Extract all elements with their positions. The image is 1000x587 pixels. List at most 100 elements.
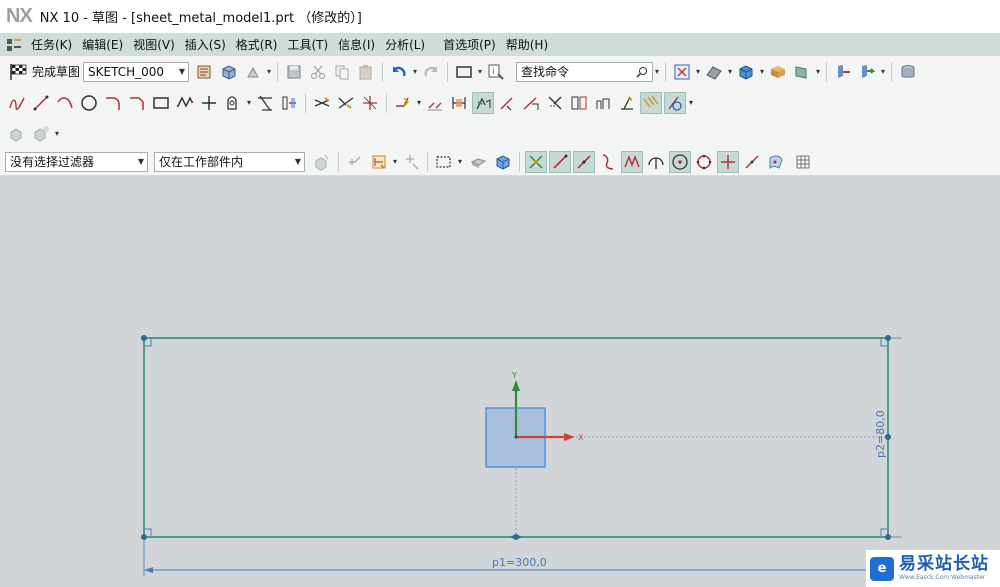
selection-rectangle-icon[interactable] — [453, 61, 475, 83]
search-icon[interactable] — [636, 66, 648, 78]
menu-format[interactable]: 格式(R) — [231, 36, 283, 53]
extrude-icon[interactable] — [6, 122, 28, 144]
chevron-down-icon[interactable]: ▾ — [726, 67, 734, 76]
curve-rule-icon[interactable] — [368, 151, 390, 173]
vertex-bottom-right[interactable] — [885, 534, 891, 540]
vertex-top-left[interactable] — [141, 335, 147, 341]
chevron-down-icon[interactable]: ▾ — [456, 157, 464, 166]
information-icon[interactable]: i — [485, 61, 507, 83]
wcs-icon[interactable] — [832, 61, 854, 83]
chevron-down-icon[interactable]: ▾ — [476, 67, 484, 76]
fillet-icon[interactable] — [102, 92, 124, 114]
filter-settings-icon[interactable] — [311, 151, 333, 173]
alternate-solution-icon[interactable] — [568, 92, 590, 114]
chevron-down-icon[interactable]: ▾ — [265, 67, 273, 76]
existing-point-icon[interactable] — [645, 151, 667, 173]
layer-settings-icon[interactable] — [897, 61, 919, 83]
shaded-view-icon[interactable] — [735, 61, 757, 83]
sketch-canvas[interactable]: X Y p1=300,0 p2=80,0 — [0, 176, 1000, 587]
menu-help[interactable]: 帮助(H) — [501, 36, 553, 53]
type-filter-select[interactable]: 没有选择过滤器 ▼ — [5, 151, 148, 172]
menu-analysis[interactable]: 分析(L) — [380, 36, 430, 53]
chamfer-icon[interactable] — [126, 92, 148, 114]
chevron-down-icon[interactable]: ▾ — [415, 98, 423, 107]
rectangle-icon[interactable] — [150, 92, 172, 114]
undo-icon[interactable] — [388, 61, 410, 83]
offset-curve-icon[interactable] — [222, 92, 244, 114]
grid-point-icon[interactable] — [792, 151, 814, 173]
chevron-down-icon[interactable]: ▾ — [53, 129, 61, 138]
select-rectangle-icon[interactable] — [433, 151, 455, 173]
mirror-curve-icon[interactable] — [424, 92, 446, 114]
selection-scope-select[interactable]: 仅在工作部件内 ▼ — [154, 151, 305, 172]
geometric-constraints-icon[interactable] — [472, 91, 494, 114]
chevron-down-icon[interactable]: ▾ — [391, 157, 399, 166]
dimension-icon[interactable] — [448, 92, 470, 114]
quick-extend-icon[interactable] — [335, 92, 357, 114]
inferred-constraints-icon[interactable] — [592, 92, 614, 114]
fit-view-icon[interactable] — [671, 61, 693, 83]
update-model-icon[interactable] — [242, 61, 264, 83]
chevron-down-icon[interactable]: ▾ — [411, 67, 419, 76]
polygon-icon[interactable] — [174, 92, 196, 114]
menu-grid-icon[interactable] — [6, 37, 22, 53]
delay-evaluation-icon[interactable] — [664, 91, 686, 114]
graphics-window[interactable]: X Y p1=300,0 p2=80,0 — [0, 176, 1000, 587]
show-constraints-icon[interactable] — [520, 92, 542, 114]
chevron-down-icon[interactable]: ▾ — [694, 67, 702, 76]
chevron-down-icon[interactable]: ▾ — [758, 67, 766, 76]
end-point-icon[interactable] — [549, 150, 571, 173]
redo-icon[interactable] — [420, 61, 442, 83]
dimension-p1-label[interactable]: p1=300,0 — [492, 556, 547, 569]
trim-icon[interactable] — [254, 92, 276, 114]
dimension-p2-label[interactable]: p2=80,0 — [874, 410, 887, 458]
mid-point-icon[interactable] — [573, 150, 595, 173]
convert-reference-icon[interactable] — [544, 92, 566, 114]
make-symmetric-icon[interactable] — [496, 92, 518, 114]
menu-insert[interactable]: 插入(S) — [180, 36, 231, 53]
menu-edit[interactable]: 编辑(E) — [77, 36, 128, 53]
derived-lines-icon[interactable] — [392, 92, 414, 114]
chevron-down-icon[interactable]: ▾ — [879, 67, 887, 76]
paste-icon[interactable] — [355, 61, 377, 83]
menu-tools[interactable]: 工具(T) — [282, 36, 333, 53]
intersection-point-icon[interactable] — [621, 150, 643, 173]
quick-trim-icon[interactable] — [311, 92, 333, 114]
point-on-curve-icon[interactable] — [717, 150, 739, 173]
point-icon[interactable] — [198, 92, 220, 114]
arc-icon[interactable] — [54, 92, 76, 114]
create-inferred-icon[interactable] — [616, 92, 638, 114]
line-icon[interactable] — [30, 92, 52, 114]
extend-icon[interactable] — [278, 92, 300, 114]
edit-section-icon[interactable] — [791, 61, 813, 83]
chevron-down-icon[interactable]: ▾ — [687, 98, 695, 107]
snap-enable-icon[interactable] — [525, 150, 547, 173]
save-icon[interactable] — [283, 61, 305, 83]
cut-icon[interactable] — [307, 61, 329, 83]
select-solid-icon[interactable] — [492, 151, 514, 173]
circle-icon[interactable] — [78, 92, 100, 114]
copy-icon[interactable] — [331, 61, 353, 83]
control-point-icon[interactable] — [597, 151, 619, 173]
reattach-sketch-icon[interactable] — [218, 61, 240, 83]
select-wireframe-icon[interactable] — [468, 151, 490, 173]
profile-icon[interactable] — [6, 92, 28, 114]
menu-preferences[interactable]: 首选项(P) — [438, 36, 501, 53]
chevron-down-icon[interactable]: ▾ — [245, 98, 253, 107]
material-icon[interactable] — [767, 61, 789, 83]
arc-center-icon[interactable] — [669, 150, 691, 173]
command-search-input[interactable]: 查找命令 — [516, 61, 654, 82]
finish-sketch-button[interactable]: 完成草图 — [6, 61, 83, 83]
point-on-face-icon[interactable] — [765, 151, 787, 173]
point-on-line-icon[interactable] — [741, 151, 763, 173]
vertex-top-right[interactable] — [885, 335, 891, 341]
quadrant-point-icon[interactable] — [693, 151, 715, 173]
menu-view[interactable]: 视图(V) — [128, 36, 180, 53]
sketch-name-select[interactable]: SKETCH_000 ▼ — [83, 61, 190, 82]
menu-task[interactable]: 任务(K) — [26, 36, 77, 53]
vertex-bottom-left[interactable] — [141, 534, 147, 540]
move-object-icon[interactable] — [856, 61, 878, 83]
sketch-orient-view-icon[interactable] — [194, 61, 216, 83]
general-selection-icon[interactable] — [344, 151, 366, 173]
chevron-down-icon[interactable]: ▾ — [814, 67, 822, 76]
